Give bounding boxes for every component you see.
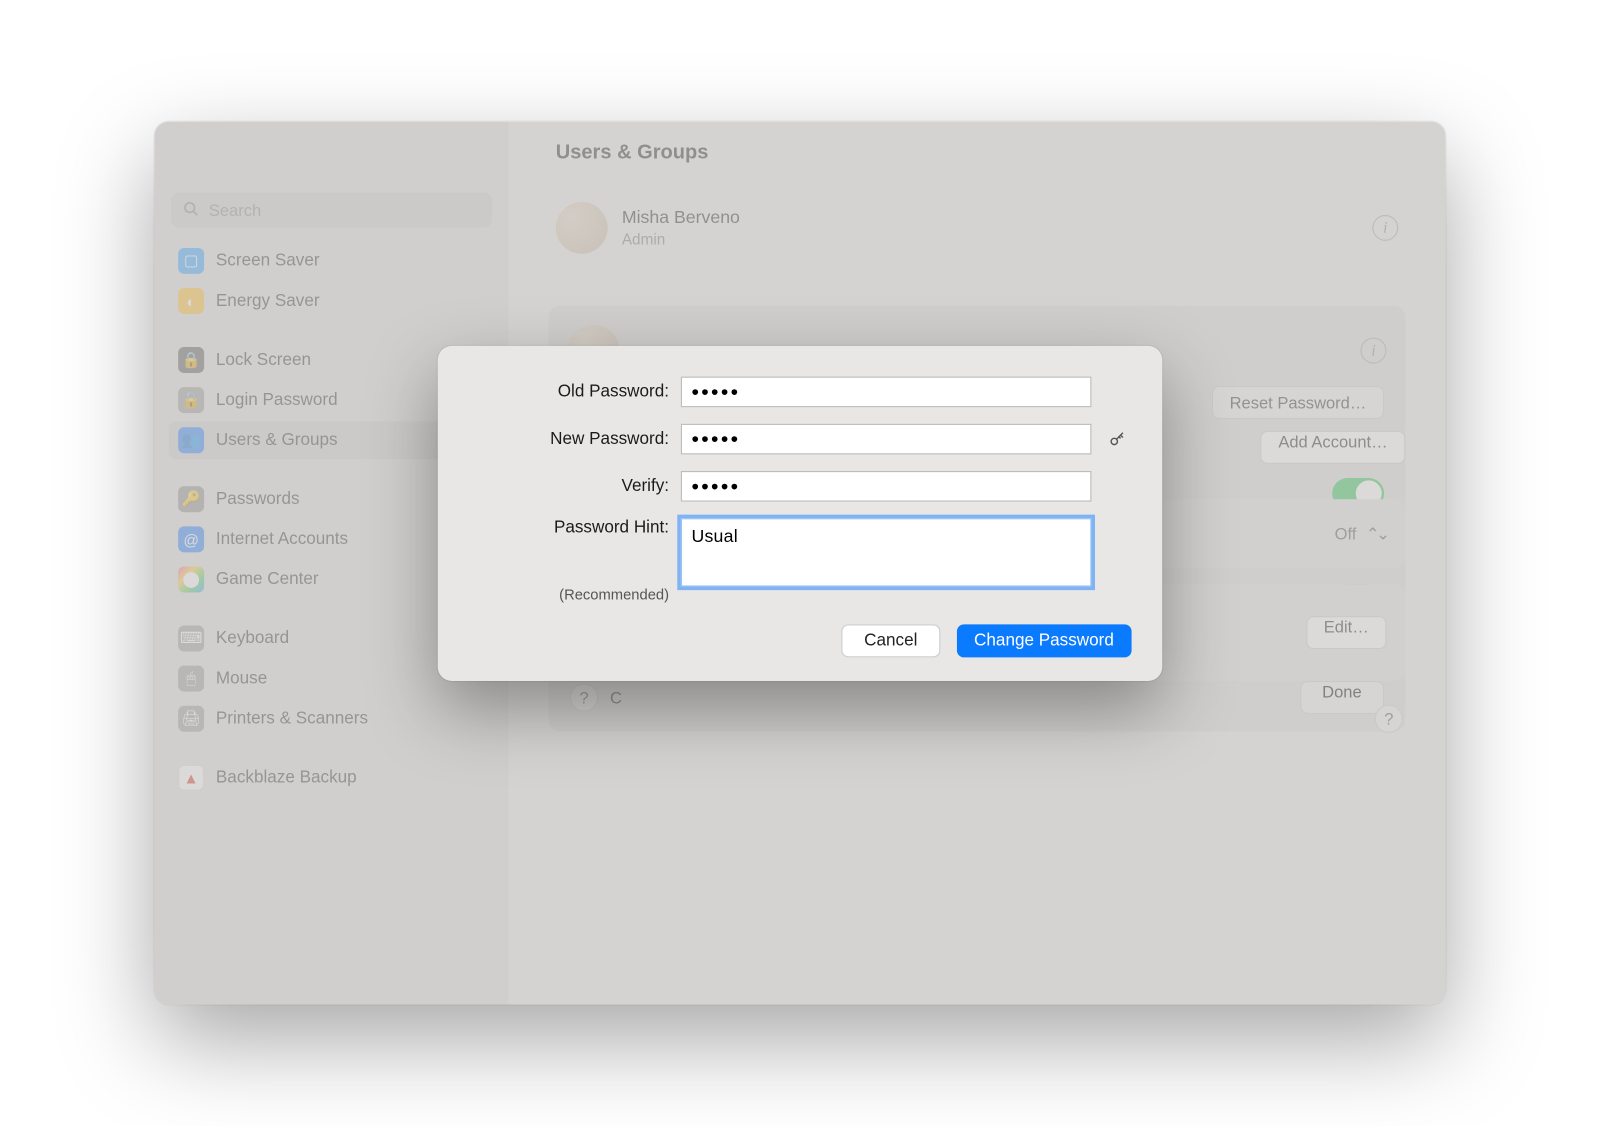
change-password-dialog: Old Password: New Password: Verify: Pass…	[438, 346, 1163, 681]
printer-icon: 🖨	[178, 706, 204, 732]
sidebar-item-label: Energy Saver	[216, 292, 320, 311]
sidebar-item-label: Users & Groups	[216, 431, 338, 450]
cancel-button[interactable]: Cancel	[842, 624, 940, 657]
search-placeholder: Search	[209, 201, 261, 220]
bulb-icon: ◐	[178, 288, 204, 314]
reset-password-button[interactable]: Reset Password…	[1212, 386, 1384, 419]
user-name: Misha Berveno	[622, 208, 740, 228]
info-icon[interactable]: i	[1372, 215, 1398, 241]
sidebar-item-backblaze[interactable]: ▲ Backblaze Backup	[169, 759, 495, 797]
info-icon[interactable]: i	[1361, 338, 1387, 364]
people-icon: 👥	[178, 427, 204, 453]
sidebar-item-label: Mouse	[216, 669, 267, 688]
search-icon	[183, 200, 200, 220]
search-input[interactable]: Search	[171, 192, 492, 227]
sidebar-item-label: Lock Screen	[216, 351, 311, 370]
sidebar-item-label: Passwords	[216, 490, 300, 509]
chevron-updown-icon[interactable]: ⌃⌄	[1366, 523, 1387, 543]
new-password-label: New Password:	[468, 430, 669, 449]
sidebar-item-label: Screen Saver	[216, 251, 320, 270]
password-hint-sublabel: (Recommended)	[468, 587, 669, 604]
verify-password-input[interactable]	[681, 471, 1092, 502]
gamecenter-icon: ⬤	[178, 567, 204, 593]
password-hint-label: Password Hint:	[468, 518, 669, 537]
sidebar-item-label: Login Password	[216, 391, 338, 410]
flame-icon: ▲	[178, 765, 204, 791]
new-password-input[interactable]	[681, 424, 1092, 455]
padlock-icon: 🔓	[178, 387, 204, 413]
password-assistant-key-icon[interactable]	[1103, 430, 1131, 449]
sidebar-item-label: Backblaze Backup	[216, 768, 357, 787]
sidebar-item-label: Internet Accounts	[216, 530, 348, 549]
old-password-label: Old Password:	[468, 382, 669, 401]
key-icon: 🔑	[178, 486, 204, 512]
system-settings-window: Search ▢ Screen Saver ◐ Energy Saver 🔒 Lock…	[155, 122, 1446, 1005]
password-hint-input[interactable]	[681, 518, 1092, 586]
at-icon: @	[178, 526, 204, 552]
change-password-button[interactable]: Change Password	[956, 624, 1131, 657]
sidebar-item-energy-saver[interactable]: ◐ Energy Saver	[169, 282, 495, 320]
done-button[interactable]: Done	[1300, 681, 1384, 714]
help-icon[interactable]: ?	[570, 683, 598, 711]
user-role: Admin	[622, 230, 740, 248]
sidebar-item-screen-saver[interactable]: ▢ Screen Saver	[169, 242, 495, 280]
add-account-button[interactable]: Add Account…	[1261, 431, 1406, 464]
off-value: Off	[1335, 524, 1357, 543]
sidebar-item-label: Game Center	[216, 570, 319, 589]
sidebar-item-label: Printers & Scanners	[216, 709, 368, 728]
page-title: Users & Groups	[556, 141, 709, 165]
sidebar-item-printers-scanners[interactable]: 🖨 Printers & Scanners	[169, 700, 495, 738]
mouse-icon: 🖱	[178, 666, 204, 692]
lock-icon: 🔒	[178, 347, 204, 373]
keyboard-icon: ⌨	[178, 626, 204, 652]
verify-password-label: Verify:	[468, 477, 669, 496]
old-password-input[interactable]	[681, 377, 1092, 408]
display-icon: ▢	[178, 248, 204, 274]
current-user-row: Misha Berveno Admin i	[549, 192, 1406, 263]
edit-button[interactable]: Edit…	[1306, 616, 1386, 649]
avatar	[556, 202, 608, 254]
sidebar-item-label: Keyboard	[216, 629, 289, 648]
help-icon[interactable]: ?	[1375, 705, 1403, 733]
